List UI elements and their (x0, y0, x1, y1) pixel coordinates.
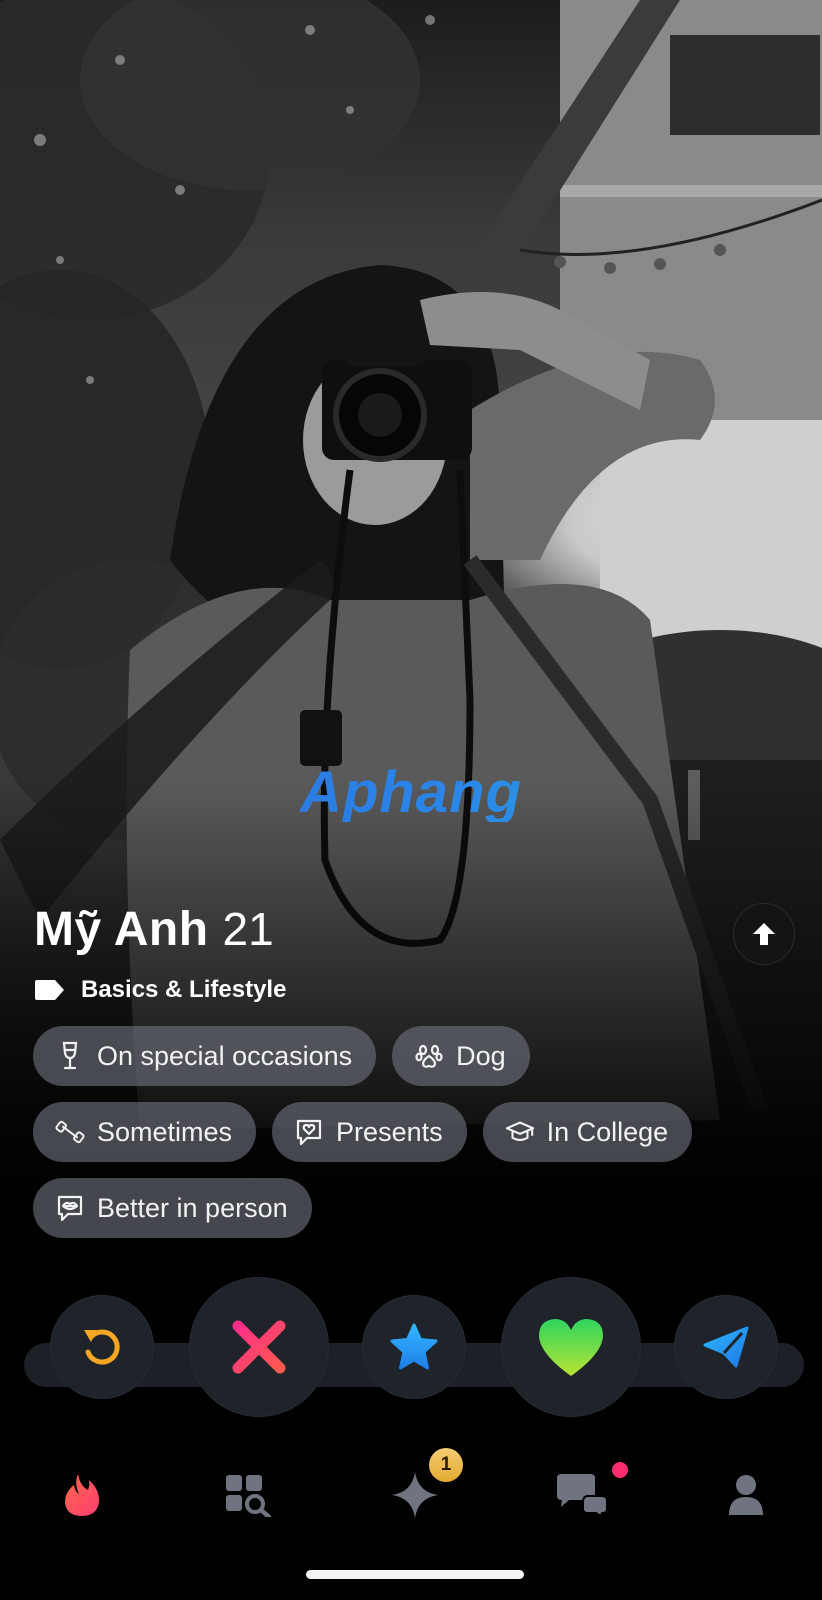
chip-education: In College (482, 1102, 693, 1162)
rewind-icon (84, 1329, 120, 1365)
dumbbell-icon (55, 1117, 85, 1147)
like-heart-icon (539, 1319, 603, 1376)
section-title: Basics & Lifestyle (81, 976, 287, 1003)
glass-icon (55, 1041, 85, 1071)
chip-communication: Better in person (33, 1178, 312, 1238)
chip-love-language: Presents (272, 1102, 467, 1162)
chip-label: In College (546, 1116, 669, 1147)
gift-bubble-icon (294, 1117, 324, 1147)
boost-send-button[interactable] (674, 1295, 778, 1399)
nav-tab-profile[interactable] (706, 1450, 786, 1540)
graduation-cap-icon (505, 1117, 535, 1147)
unread-dot (612, 1462, 628, 1478)
chip-label: On special occasions (97, 1040, 353, 1071)
chip-label: Sometimes (97, 1116, 233, 1147)
super-like-star-icon (390, 1323, 438, 1370)
chip-pets: Dog (392, 1026, 530, 1086)
lips-bubble-icon (55, 1193, 85, 1223)
chip-label: Presents (336, 1116, 443, 1147)
super-like-button[interactable] (362, 1295, 466, 1399)
lifestyle-chips: On special occasions Dog Sometimes Prese… (33, 1026, 793, 1254)
paw-icon (414, 1041, 444, 1071)
profile-age: 21 (222, 903, 274, 955)
home-indicator[interactable] (306, 1570, 524, 1579)
open-profile-button[interactable] (733, 903, 795, 965)
flame-icon (65, 1474, 100, 1516)
chip-label: Dog (456, 1040, 506, 1071)
nav-tab-gold[interactable]: 1 (375, 1448, 463, 1540)
tag-icon (35, 980, 64, 1000)
nav-tab-discover[interactable] (42, 1450, 122, 1540)
section-header: Basics & Lifestyle (33, 976, 286, 1004)
chip-drinking: On special occasions (33, 1026, 377, 1086)
chip-label: Better in person (97, 1192, 288, 1223)
profile-name: Mỹ Anh (34, 903, 209, 956)
rewind-button[interactable] (50, 1295, 154, 1399)
chip-workout: Sometimes (33, 1102, 257, 1162)
like-button[interactable] (501, 1277, 641, 1417)
profile-icon (729, 1475, 763, 1515)
sparkle-icon (392, 1472, 438, 1518)
boost-send-icon (703, 1326, 749, 1368)
nope-button[interactable] (189, 1277, 329, 1417)
nav-tab-explore[interactable] (208, 1450, 288, 1540)
notification-badge: 1 (429, 1448, 463, 1482)
nope-x-icon (232, 1320, 286, 1374)
watermark-text: Aphang (0, 764, 822, 822)
explore-grid-icon (226, 1475, 272, 1517)
nav-tab-messages[interactable] (542, 1450, 628, 1540)
bottom-nav: 1 (0, 1448, 822, 1550)
arrow-up-icon (753, 923, 775, 945)
chat-icon (557, 1474, 608, 1518)
profile-header: Mỹ Anh 21 (34, 902, 274, 957)
